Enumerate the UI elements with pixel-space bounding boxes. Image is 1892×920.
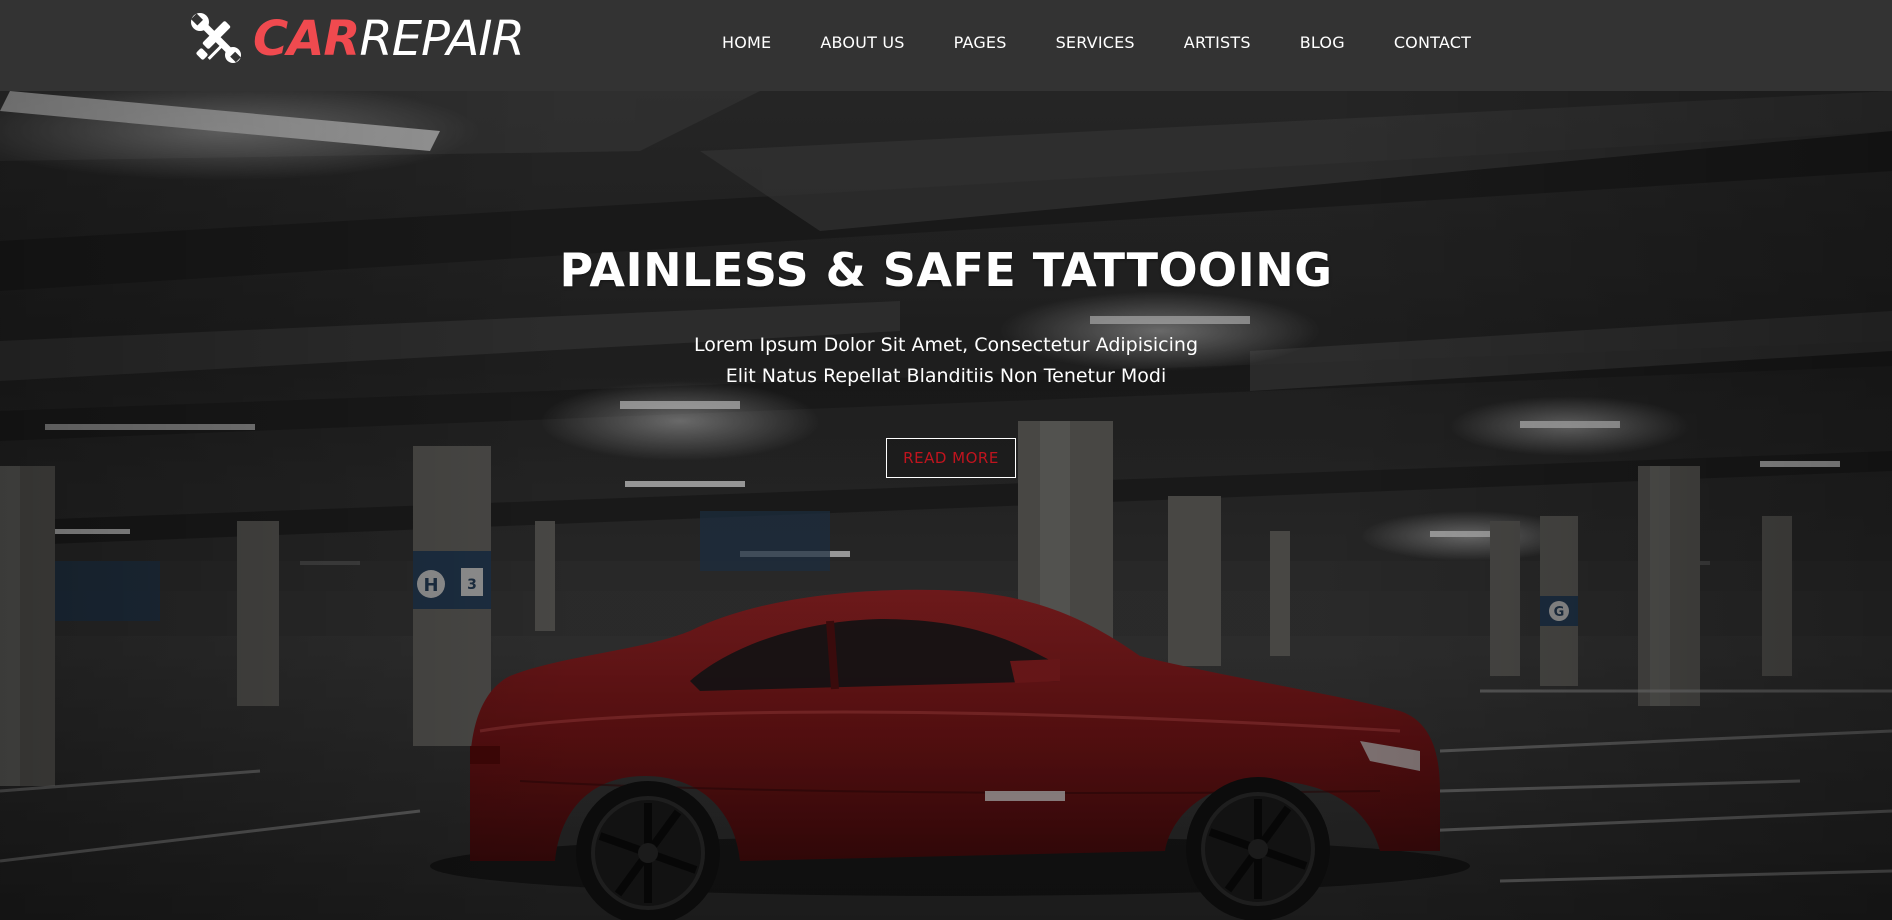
site-header: CARREPAIR HOME ABOUT US PAGES SERVICES A… [0,0,1892,91]
nav-link-blog[interactable]: BLOG [1300,33,1345,52]
site-logo[interactable]: CARREPAIR [189,11,525,67]
nav-item-about-us: ABOUT US [820,33,904,52]
wrench-screwdriver-icon [190,13,241,63]
logo-text-repair: REPAIR [359,11,525,67]
hero-title: PAINLESS & SAFE TATTOOING [559,243,1333,297]
hero-subtitle: Lorem Ipsum Dolor Sit Amet, Consectetur … [0,330,1892,392]
nav-item-contact: CONTACT [1394,33,1471,52]
nav-link-artists[interactable]: ARTISTS [1184,33,1251,52]
nav-item-blog: BLOG [1300,33,1345,52]
nav-item-services: SERVICES [1056,33,1135,52]
nav-item-pages: PAGES [954,33,1007,52]
hero-subtitle-line-2: Elit Natus Repellat Blanditiis Non Tenet… [725,365,1167,387]
logo-text-car: CAR [253,11,360,67]
hero-background-parking-garage: H 3 G [0,91,1892,920]
nav-link-pages[interactable]: PAGES [954,33,1007,52]
read-more-button[interactable]: READ MORE [886,438,1016,478]
logo-text: CARREPAIR [253,11,525,67]
hero-subtitle-line-1: Lorem Ipsum Dolor Sit Amet, Consectetur … [693,334,1199,356]
hero-section: H 3 G [0,91,1892,920]
main-nav: HOME ABOUT US PAGES SERVICES ARTISTS BLO… [722,0,1471,84]
nav-link-home[interactable]: HOME [722,33,771,52]
nav-link-about-us[interactable]: ABOUT US [820,33,904,52]
nav-link-services[interactable]: SERVICES [1056,33,1135,52]
nav-item-home: HOME [722,33,771,52]
nav-link-contact[interactable]: CONTACT [1394,33,1471,52]
nav-item-artists: ARTISTS [1184,33,1251,52]
